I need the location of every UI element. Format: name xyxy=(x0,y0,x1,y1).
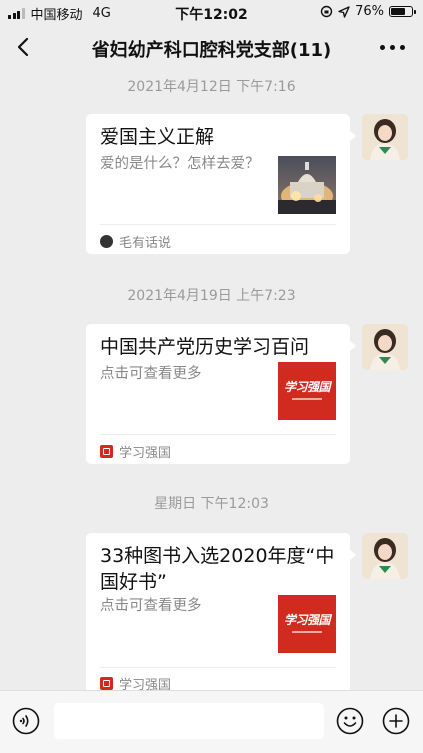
card-title: 爱国主义正解 xyxy=(100,126,215,148)
shared-article-card[interactable]: 33种图书入选2020年度“中国好书” 点击可查看更多 学习强国 学习强国 xyxy=(86,533,356,693)
avatar[interactable] xyxy=(362,533,408,579)
card-source: 学习强国 xyxy=(100,442,171,461)
battery-percent: 76% xyxy=(355,4,384,19)
logo-text: 学习强国 xyxy=(283,613,331,627)
card-description: 点击可查看更多 xyxy=(100,366,202,382)
card-divider xyxy=(100,667,336,668)
chat-input-bar xyxy=(0,690,423,753)
more-dots-icon[interactable] xyxy=(380,45,405,50)
orientation-lock-icon xyxy=(320,5,333,18)
xuexiqiangguo-logo: 学习强国 xyxy=(278,595,336,653)
account-avatar-icon xyxy=(100,235,113,248)
page-title: 省妇幼产科口腔科党支部(11) xyxy=(91,40,332,61)
battery-icon xyxy=(389,6,416,17)
shared-article-card[interactable]: 中国共产党历史学习百问 点击可查看更多 学习强国 学习强国 xyxy=(86,324,356,464)
status-bar: 中国移动 4G 下午12:02 76% xyxy=(0,0,423,24)
message-input[interactable] xyxy=(54,703,324,739)
xuexiqiangguo-logo: 学习强国 xyxy=(278,362,336,420)
xuexiqiangguo-icon xyxy=(100,677,113,690)
card-divider xyxy=(100,224,336,225)
card-divider xyxy=(100,434,336,435)
xuexiqiangguo-icon xyxy=(100,445,113,458)
shared-article-card[interactable]: 爱国主义正解 爱的是什么？怎样去爱？ 毛有话说 xyxy=(86,114,356,254)
message-timestamp: 星期日 下午12:03 xyxy=(154,496,269,512)
message-timestamp: 2021年4月12日 下午7:16 xyxy=(127,79,296,95)
avatar[interactable] xyxy=(362,324,408,370)
emoji-icon[interactable] xyxy=(336,707,364,735)
voice-icon[interactable] xyxy=(12,707,40,735)
logo-text: 学习强国 xyxy=(283,380,331,394)
source-name: 学习强国 xyxy=(119,446,172,461)
card-source: 毛有话说 xyxy=(100,232,171,251)
location-icon xyxy=(338,5,350,18)
capitol-building-fire-image xyxy=(278,156,336,214)
source-name: 毛有话说 xyxy=(119,236,172,251)
avatar[interactable] xyxy=(362,114,408,160)
card-title: 中国共产党历史学习百问 xyxy=(100,336,310,358)
plus-icon[interactable] xyxy=(382,707,410,735)
chat-header: 省妇幼产科口腔科党支部(11) xyxy=(0,24,423,70)
card-title: 33种图书入选2020年度“中国好书” xyxy=(100,545,335,593)
message-timestamp: 2021年4月19日 上午7:23 xyxy=(127,288,296,304)
card-description: 点击可查看更多 xyxy=(100,598,202,614)
card-description: 爱的是什么？怎样去爱？ xyxy=(100,156,260,172)
